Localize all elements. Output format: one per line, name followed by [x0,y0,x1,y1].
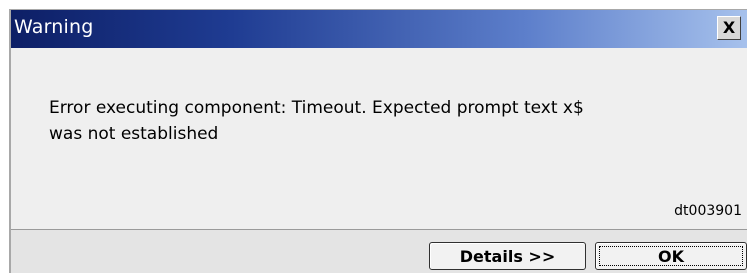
dialog-title: Warning [14,16,94,38]
ok-button[interactable]: OK [595,242,747,270]
error-code: dt003901 [674,203,742,219]
warning-dialog: Warning X Error executing component: Tim… [9,9,747,273]
dialog-button-bar: Details >> OK [11,229,747,273]
close-icon: X [722,18,736,37]
dialog-body: Error executing component: Timeout. Expe… [11,48,747,229]
ok-button-label: OK [658,246,684,266]
error-message-line-2: was not established [49,124,219,144]
dialog-title-bar[interactable]: Warning X [11,10,747,48]
close-button[interactable]: X [717,16,741,40]
details-button[interactable]: Details >> [429,242,586,270]
details-button-label: Details >> [459,246,556,266]
error-message-line-1: Error executing component: Timeout. Expe… [49,98,584,118]
error-message: Error executing component: Timeout. Expe… [49,95,609,147]
